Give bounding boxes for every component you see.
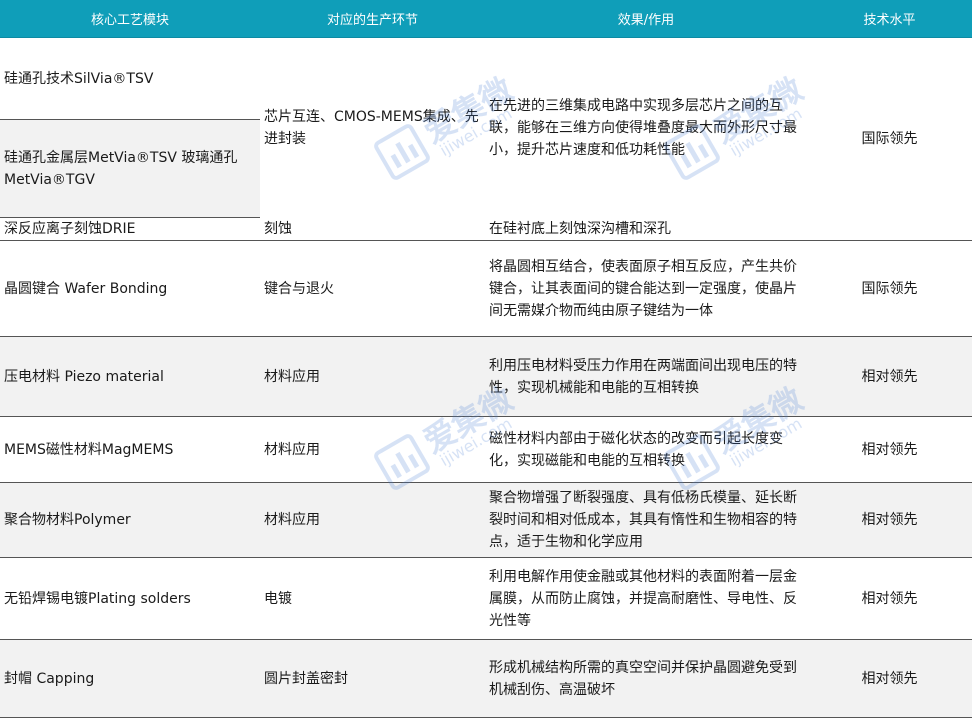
production-step-cell: 键合与退火 [260, 240, 485, 337]
tech-level-cell: 相对领先 [807, 639, 972, 718]
table-row: 聚合物材料Polymer 材料应用 聚合物增强了断裂强度、具有低杨氏模量、延长断… [0, 482, 972, 558]
module-cell: 聚合物材料Polymer [0, 482, 260, 558]
table-row: 压电材料 Piezo material 材料应用 利用压电材料受压力作用在两端面… [0, 336, 972, 417]
production-step-cell: 刻蚀 [260, 217, 485, 241]
module-cell: 硅通孔技术SilVia®TSV [0, 37, 260, 120]
table-row: 封帽 Capping 圆片封盖密封 形成机械结构所需的真空空间并保护晶圆避免受到… [0, 639, 972, 718]
effect-cell: 在硅衬底上刻蚀深沟槽和深孔 [485, 217, 807, 241]
tech-level-cell: 国际领先 [807, 240, 972, 337]
tech-level-cell: 相对领先 [807, 416, 972, 483]
effect-cell: 利用电解作用使金融或其他材料的表面附着一层金属膜，从而防止腐蚀，并提高耐磨性、导… [485, 557, 807, 640]
module-cell: 晶圆键合 Wafer Bonding [0, 240, 260, 337]
module-cell: 压电材料 Piezo material [0, 336, 260, 417]
effect-cell: 聚合物增强了断裂强度、具有低杨氏模量、延长断裂时间和相对低成本，其具有惰性和生物… [485, 482, 807, 558]
table-row: 硅通孔技术SilVia®TSV 芯片互连、CMOS-MEMS集成、先进封装 在先… [0, 37, 972, 241]
tech-level-cell: 相对领先 [807, 482, 972, 558]
effect-cell: 利用压电材料受压力作用在两端面间出现电压的特性，实现机械能和电能的互相转换 [485, 336, 807, 417]
effect-cell: 在先进的三维集成电路中实现多层芯片之间的互联，能够在三维方向使得堆叠度最大而外形… [485, 37, 807, 218]
table-header-row: 核心工艺模块 对应的生产环节 效果/作用 技术水平 [0, 0, 972, 38]
module-cell: MEMS磁性材料MagMEMS [0, 416, 260, 483]
table-row: 无铅焊锡电镀Plating solders 电镀 利用电解作用使金融或其他材料的… [0, 557, 972, 640]
process-module-table: 核心工艺模块 对应的生产环节 效果/作用 技术水平 硅通孔技术SilVia®TS… [0, 0, 972, 718]
production-step-cell: 电镀 [260, 557, 485, 640]
tech-level-cell: 相对领先 [807, 557, 972, 640]
module-cell: 硅通孔金属层MetVia®TSV 玻璃通孔MetVia®TGV [0, 119, 260, 218]
tech-level-cell: 相对领先 [807, 336, 972, 417]
effect-cell: 形成机械结构所需的真空空间并保护晶圆避免受到机械刮伤、高温破坏 [485, 639, 807, 718]
header-effect: 效果/作用 [485, 0, 807, 38]
header-tech-level: 技术水平 [807, 0, 972, 38]
effect-cell: 将晶圆相互结合，使表面原子相互反应，产生共价键合，让其表面间的键合能达到一定强度… [485, 240, 807, 337]
production-step-cell: 材料应用 [260, 416, 485, 483]
header-production-step: 对应的生产环节 [260, 0, 485, 38]
production-step-cell: 芯片互连、CMOS-MEMS集成、先进封装 [260, 37, 485, 218]
tech-level-cell: 国际领先 [807, 37, 972, 241]
table-row: MEMS磁性材料MagMEMS 材料应用 磁性材料内部由于磁化状态的改变而引起长… [0, 416, 972, 483]
production-step-cell: 材料应用 [260, 482, 485, 558]
effect-cell: 磁性材料内部由于磁化状态的改变而引起长度变化，实现磁能和电能的互相转换 [485, 416, 807, 483]
module-cell: 无铅焊锡电镀Plating solders [0, 557, 260, 640]
header-module: 核心工艺模块 [0, 0, 260, 38]
production-step-cell: 材料应用 [260, 336, 485, 417]
module-cell: 深反应离子刻蚀DRIE [0, 217, 260, 241]
table-row: 晶圆键合 Wafer Bonding 键合与退火 将晶圆相互结合，使表面原子相互… [0, 240, 972, 337]
production-step-cell: 圆片封盖密封 [260, 639, 485, 718]
module-cell: 封帽 Capping [0, 639, 260, 718]
